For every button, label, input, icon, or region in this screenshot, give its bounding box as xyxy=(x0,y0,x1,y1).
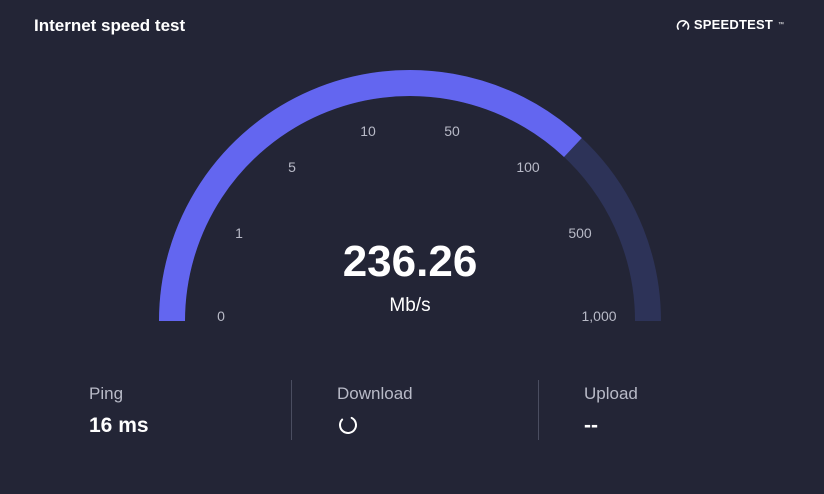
speed-value: 236.26 xyxy=(342,237,478,286)
loading-spinner-icon xyxy=(339,416,357,434)
gauge-label-10: 10 xyxy=(360,123,376,139)
upload-value: -- xyxy=(584,414,598,437)
stats-row: Ping 16 ms Download Upload -- xyxy=(0,378,824,440)
download-label: Download xyxy=(337,384,413,403)
stat-divider xyxy=(291,380,292,440)
gauge-label-1000: 1,000 xyxy=(581,308,617,324)
speed-unit: Mb/s xyxy=(389,295,431,316)
ping-label: Ping xyxy=(89,384,124,403)
gauge-label-0: 0 xyxy=(217,308,225,324)
gauge-label-50: 50 xyxy=(444,123,460,139)
ping-value: 16 ms xyxy=(89,414,149,437)
stat-divider xyxy=(538,380,539,440)
upload-label: Upload xyxy=(584,384,638,403)
gauge-label-100: 100 xyxy=(516,159,540,175)
gauge-label-1: 1 xyxy=(235,225,243,241)
gauge-label-500: 500 xyxy=(568,225,592,241)
gauge-label-5: 5 xyxy=(288,159,296,175)
